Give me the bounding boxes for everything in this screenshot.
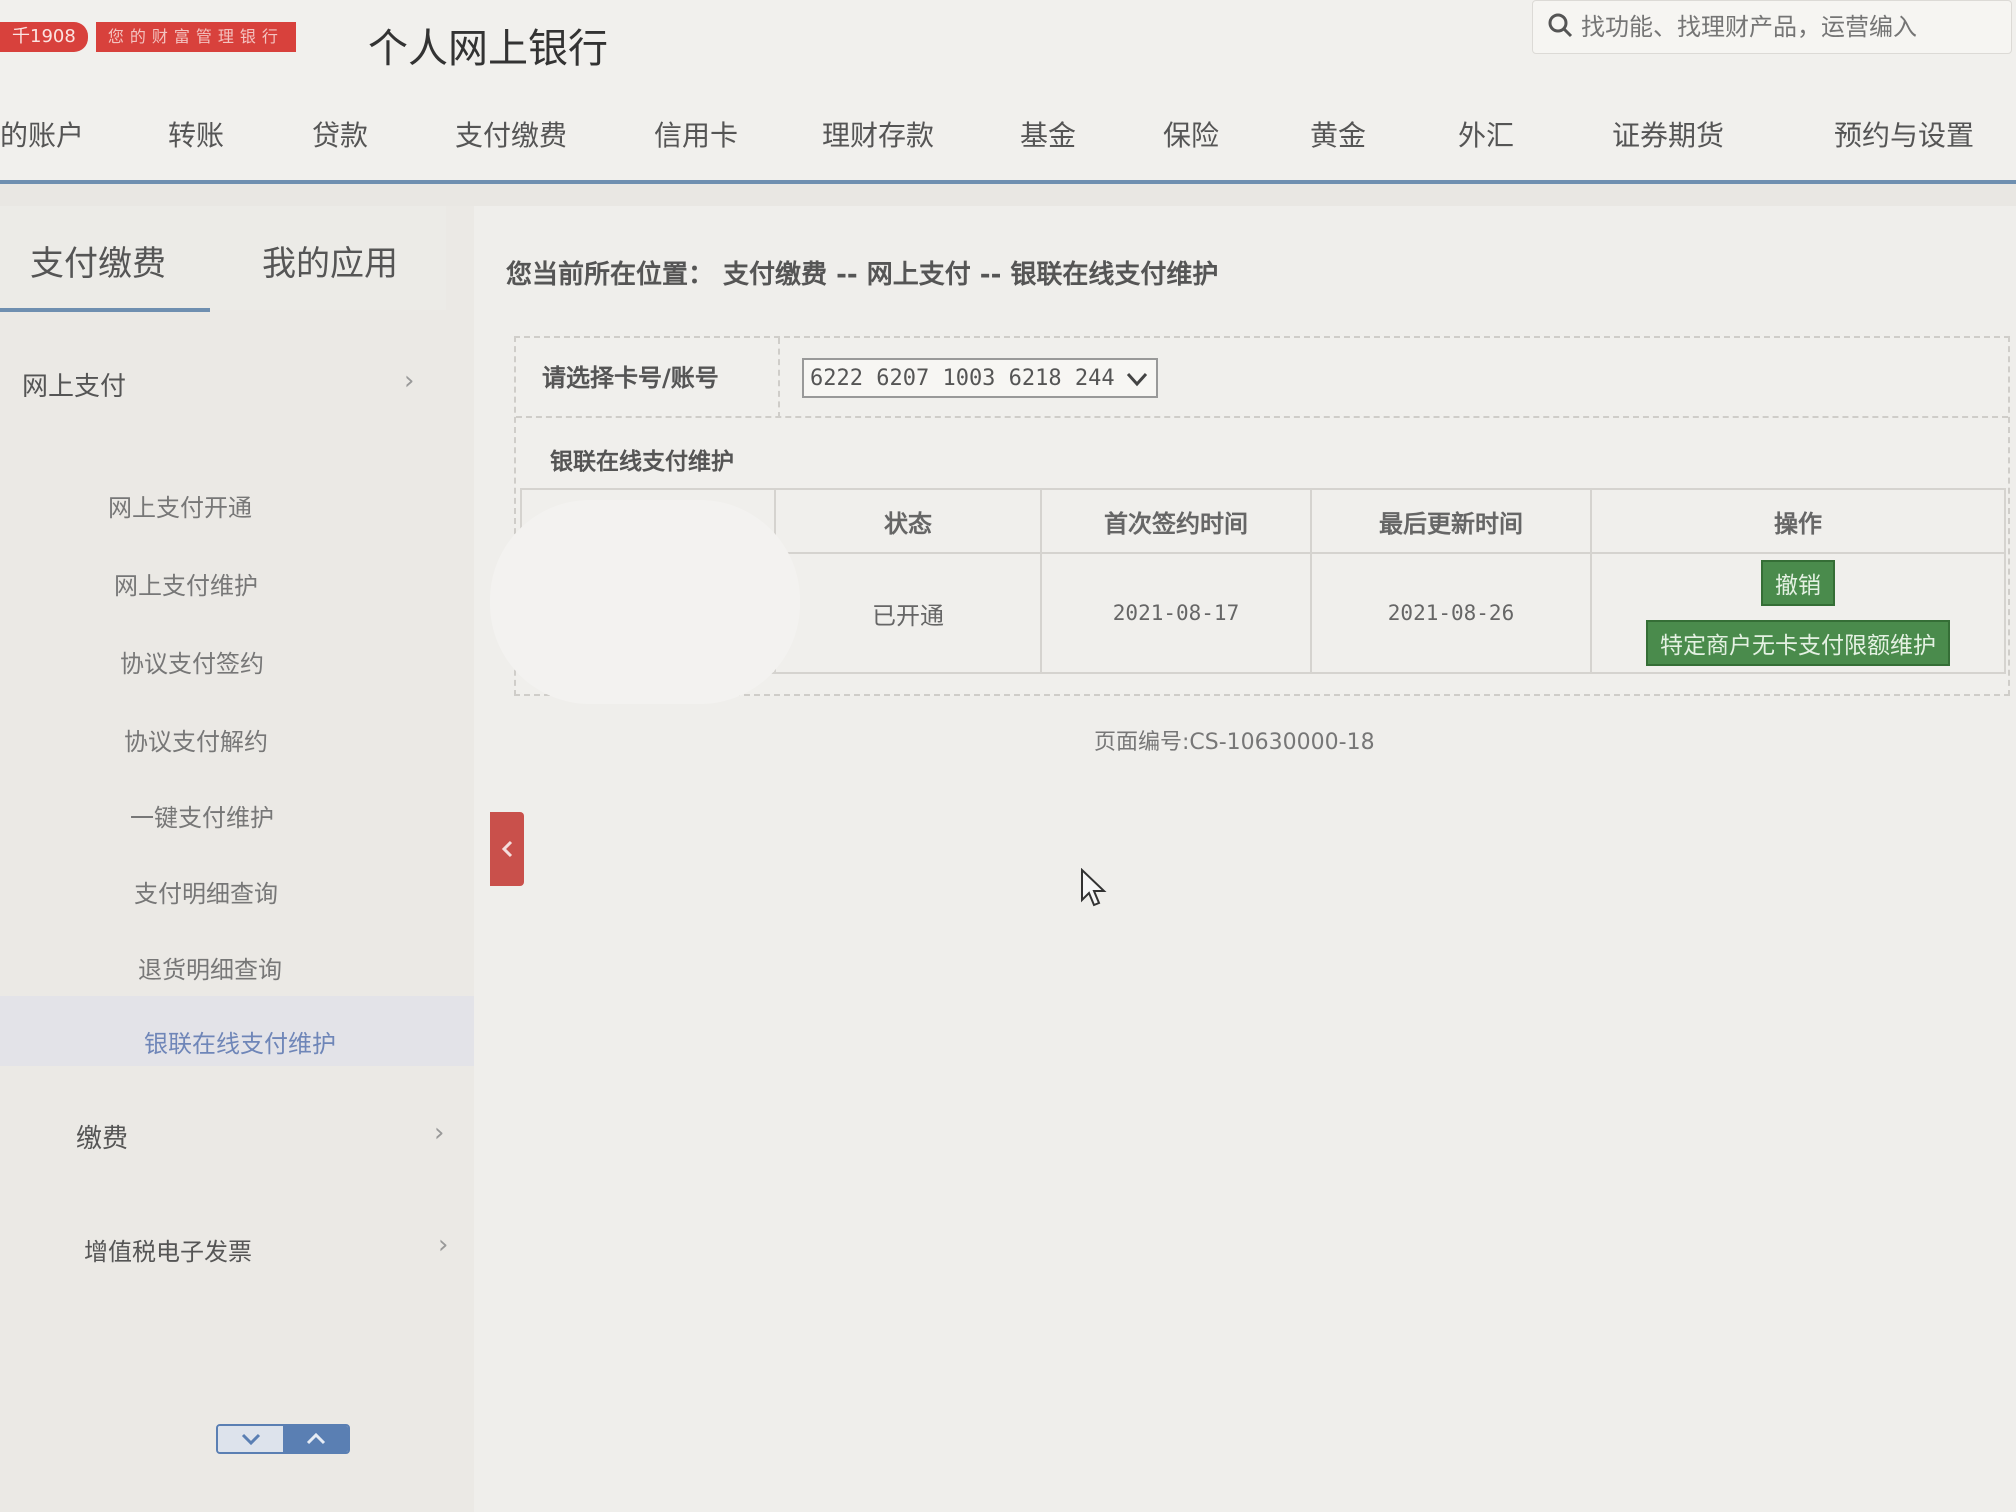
scroll-up-button[interactable]	[283, 1426, 348, 1452]
sidebar-item-pay-details[interactable]: 支付明细查询	[134, 874, 278, 909]
bank-logo[interactable]: 千1908 您的财富管理银行	[0, 18, 350, 56]
chevron-right-icon: ›	[438, 1230, 449, 1260]
sidebar: 支付缴费 我的应用 网上支付 › 网上支付开通 网上支付维护 协议支付签约 协议…	[0, 206, 486, 1512]
sidebar-item-agreement-sign[interactable]: 协议支付签约	[120, 644, 264, 679]
cancel-button[interactable]: 撤销	[1761, 560, 1835, 606]
tab-payment[interactable]: 支付缴费	[0, 236, 210, 312]
sidebar-item-online-pay-maintain[interactable]: 网上支付维护	[114, 566, 258, 601]
search-input[interactable]	[1581, 13, 2001, 41]
col-header-actions: 操作	[1590, 488, 2006, 554]
sidebar-item-online-pay-open[interactable]: 网上支付开通	[108, 488, 252, 523]
chevron-down-icon	[241, 1433, 260, 1446]
header: 千1908 您的财富管理银行 个人网上银行	[0, 0, 2016, 80]
chevron-up-icon	[306, 1432, 325, 1445]
main-content: 您当前所在位置： 支付缴费 -- 网上支付 -- 银联在线支付维护 请选择卡号/…	[474, 206, 2016, 1512]
logo-slogan: 您的财富管理银行	[95, 22, 296, 52]
sidebar-group-vat-invoice[interactable]: 增值税电子发票	[84, 1232, 252, 1267]
cell-status: 已开通	[774, 552, 1042, 674]
sidebar-item-one-click-pay[interactable]: 一键支付维护	[130, 798, 274, 833]
breadcrumb: 您当前所在位置： 支付缴费 -- 网上支付 -- 银联在线支付维护	[506, 260, 1219, 290]
sidebar-scroll-control	[216, 1424, 350, 1454]
cell-actions: 撤销 特定商户无卡支付限额维护	[1590, 552, 2006, 674]
sidebar-group-payment[interactable]: 缴费	[76, 1118, 128, 1155]
cell-first-signed: 2021-08-17	[1040, 552, 1312, 674]
sidebar-collapse-button[interactable]	[490, 812, 524, 886]
redacted-area	[490, 500, 800, 704]
scroll-down-button[interactable]	[218, 1426, 283, 1452]
nav-my-account[interactable]: 的账户	[0, 114, 84, 154]
tab-my-apps[interactable]: 我的应用	[262, 236, 398, 285]
nav-securities[interactable]: 证券期货	[1612, 114, 1724, 154]
sidebar-tabs: 支付缴费 我的应用	[0, 206, 446, 312]
logo-year: 千1908	[0, 22, 88, 52]
search-box[interactable]	[1532, 0, 2012, 54]
nav-gold[interactable]: 黄金	[1310, 114, 1366, 154]
nav-payment[interactable]: 支付缴费	[455, 114, 567, 154]
page-code: 页面编号:CS-10630000-18	[1094, 730, 1375, 755]
card-number-value: 6222 6207 1003 6218 244	[810, 365, 1115, 391]
col-header-last-updated: 最后更新时间	[1310, 488, 1592, 554]
chevron-left-icon	[501, 840, 513, 858]
card-select-label: 请选择卡号/账号	[516, 338, 780, 418]
sidebar-group-online-pay[interactable]: 网上支付	[22, 366, 126, 403]
nav-wealth[interactable]: 理财存款	[822, 114, 934, 154]
nav-fund[interactable]: 基金	[1020, 114, 1076, 154]
nav-insurance[interactable]: 保险	[1163, 114, 1219, 154]
nav-transfer[interactable]: 转账	[168, 114, 224, 154]
nav-settings[interactable]: 预约与设置	[1834, 114, 1974, 154]
mouse-cursor-icon	[1080, 867, 1108, 912]
col-header-status: 状态	[774, 488, 1042, 554]
cell-last-updated: 2021-08-26	[1310, 552, 1592, 674]
sidebar-item-refund-details[interactable]: 退货明细查询	[138, 950, 282, 985]
sidebar-item-agreement-cancel[interactable]: 协议支付解约	[124, 722, 268, 757]
page-title: 个人网上银行	[368, 26, 608, 72]
chevron-right-icon: ›	[404, 366, 415, 396]
col-header-first-signed: 首次签约时间	[1040, 488, 1312, 554]
search-icon[interactable]	[1547, 12, 1573, 42]
limit-maintain-button[interactable]: 特定商户无卡支付限额维护	[1646, 620, 1950, 666]
nav-loan[interactable]: 贷款	[312, 114, 368, 154]
chevron-down-icon	[1126, 372, 1148, 387]
chevron-right-icon: ›	[434, 1118, 445, 1148]
section-title: 银联在线支付维护	[550, 449, 734, 475]
top-nav: 的账户 转账 贷款 支付缴费 信用卡 理财存款 基金 保险 黄金 外汇 证券期货…	[0, 80, 2016, 184]
sidebar-item-unionpay-maintain[interactable]: 银联在线支付维护	[144, 1024, 336, 1059]
nav-credit-card[interactable]: 信用卡	[654, 114, 738, 154]
card-select-row: 请选择卡号/账号 6222 6207 1003 6218 244	[516, 338, 2008, 418]
card-number-select[interactable]: 6222 6207 1003 6218 244	[802, 358, 1158, 398]
nav-forex[interactable]: 外汇	[1458, 114, 1514, 154]
